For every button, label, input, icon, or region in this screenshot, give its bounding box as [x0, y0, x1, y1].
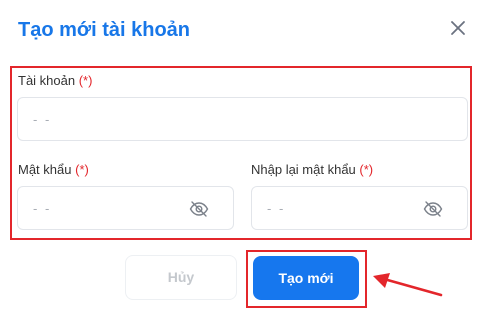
password-visibility-toggle[interactable]	[189, 200, 209, 218]
create-account-dialog: Tạo mới tài khoản Tài khoản (*) - - Mật …	[0, 0, 485, 317]
eye-slash-icon	[189, 201, 209, 217]
account-label-text: Tài khoản	[18, 73, 76, 88]
required-mark: (*)	[78, 73, 93, 88]
close-button[interactable]	[447, 17, 469, 39]
cancel-button[interactable]: Hủy	[125, 255, 237, 300]
create-button[interactable]: Tạo mới	[253, 256, 359, 300]
required-mark: (*)	[359, 162, 374, 177]
password-label-text: Mật khẩu	[18, 162, 72, 177]
password-input[interactable]: - -	[17, 186, 234, 230]
eye-slash-icon	[423, 201, 443, 217]
required-mark: (*)	[75, 162, 89, 177]
confirm-password-label-text: Nhập lại mật khẩu	[251, 162, 356, 177]
dialog-title: Tạo mới tài khoản	[18, 19, 191, 41]
confirm-password-input[interactable]: - -	[251, 186, 468, 230]
password-placeholder: - -	[33, 201, 52, 216]
confirm-password-visibility-toggle[interactable]	[423, 200, 443, 218]
account-label: Tài khoản (*)	[18, 73, 92, 88]
account-placeholder: - -	[33, 112, 52, 127]
annotation-arrow-icon	[373, 273, 443, 297]
confirm-password-placeholder: - -	[267, 201, 286, 216]
close-icon	[451, 21, 465, 35]
account-input[interactable]: - -	[17, 97, 468, 141]
confirm-password-label: Nhập lại mật khẩu (*)	[251, 162, 373, 177]
password-label: Mật khẩu (*)	[18, 162, 89, 177]
